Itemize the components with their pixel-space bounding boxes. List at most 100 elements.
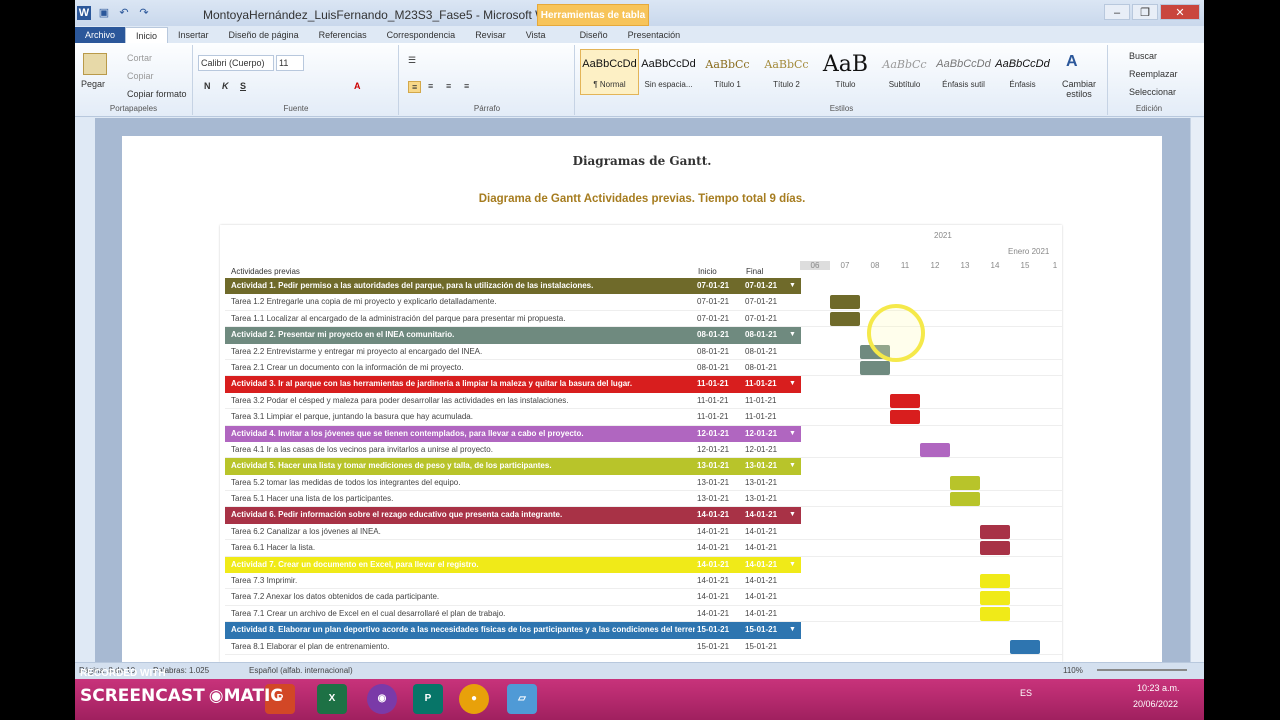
row-end: 13-01-21: [745, 477, 778, 487]
excel-icon[interactable]: X: [317, 684, 347, 714]
replace-button[interactable]: Reemplazar: [1129, 69, 1178, 79]
language[interactable]: Español (alfab. internacional): [249, 666, 353, 675]
style-subtitle[interactable]: AaBbCc Subtítulo: [875, 49, 934, 95]
gantt-bar[interactable]: [830, 311, 860, 326]
activity-row[interactable]: Actividad 8. Elaborar un plan deportivo …: [225, 622, 801, 639]
copy-button[interactable]: Copiar: [127, 71, 154, 81]
tab-archivo[interactable]: Archivo: [75, 27, 126, 44]
zoom-slider[interactable]: [1097, 669, 1187, 671]
activity-row[interactable]: Actividad 2. Presentar mi proyecto en el…: [225, 327, 801, 344]
tab-correspondencia[interactable]: Correspondencia: [377, 27, 466, 44]
publisher-icon[interactable]: P: [413, 684, 443, 714]
bold-button[interactable]: N: [204, 81, 211, 91]
activity-row[interactable]: Actividad 5. Hacer una lista y tomar med…: [225, 458, 801, 475]
style-sample: AaBbCcDd: [936, 58, 991, 70]
clock-date[interactable]: 20/06/2022: [1133, 699, 1178, 709]
tab-revisar[interactable]: Revisar: [465, 27, 516, 44]
gantt-bar[interactable]: [920, 443, 950, 457]
style-normal[interactable]: AaBbCcDd ¶ Normal: [580, 49, 639, 95]
row-start: 13-01-21: [697, 477, 730, 487]
word-logo-icon[interactable]: W: [77, 6, 91, 20]
change-styles-icon[interactable]: A: [1066, 53, 1078, 71]
cut-button[interactable]: Cortar: [127, 53, 152, 63]
gantt-chart[interactable]: Actividades previas Inicio Final Activid…: [220, 225, 1062, 662]
tab-presentacion[interactable]: Presentación: [618, 27, 691, 44]
style-title[interactable]: AaB Título: [816, 49, 875, 95]
align-center-button[interactable]: ≡: [428, 81, 433, 91]
undo-icon[interactable]: ↶: [117, 6, 131, 20]
gantt-bar[interactable]: [950, 475, 980, 490]
gantt-bar[interactable]: [950, 492, 980, 507]
row-end: 07-01-21: [745, 313, 778, 323]
format-painter-button[interactable]: Copiar formato: [127, 89, 187, 99]
activity-row[interactable]: Actividad 6. Pedir información sobre el …: [225, 507, 801, 524]
media-player-icon[interactable]: ◉: [367, 684, 397, 714]
style-sample: AaBbCcDd: [641, 58, 696, 70]
styles-group: AaBbCcDd ¶ Normal AaBbCcDd Sin espacia... …: [576, 45, 1108, 115]
italic-button[interactable]: K: [222, 81, 229, 91]
timeline-day: 1: [1052, 261, 1058, 270]
tab-diseno[interactable]: Diseño: [570, 27, 618, 44]
close-button[interactable]: ✕: [1160, 4, 1200, 20]
chrome-icon[interactable]: ●: [459, 684, 489, 714]
tab-diseno-pagina[interactable]: Diseño de página: [219, 27, 309, 44]
quick-access-toolbar: W ▣ ↶ ↷: [77, 6, 151, 20]
activity-row[interactable]: Actividad 7. Crear un documento en Excel…: [225, 556, 801, 574]
tab-referencias[interactable]: Referencias: [309, 27, 377, 44]
gantt-bar[interactable]: [860, 361, 890, 375]
tab-inicio[interactable]: Inicio: [125, 27, 169, 44]
font-size-select[interactable]: 11: [276, 55, 304, 71]
paste-button[interactable]: Pegar: [81, 79, 105, 89]
row-start: 14-01-21: [697, 592, 730, 602]
gantt-bar[interactable]: [980, 574, 1010, 589]
gantt-bar[interactable]: [980, 607, 1010, 621]
underline-button[interactable]: S: [240, 81, 246, 91]
gantt-bar[interactable]: [980, 525, 1010, 539]
row-name: Tarea 1.2 Entregarle una copia de mi pro…: [231, 297, 497, 307]
gantt-bar[interactable]: [980, 590, 1010, 605]
save-icon[interactable]: ▣: [97, 6, 111, 20]
row-name: Tarea 3.1 Limpiar el parque, juntando la…: [231, 412, 473, 422]
clock-time[interactable]: 10:23 a.m.: [1137, 683, 1180, 693]
activity-row[interactable]: Actividad 1. Pedir permiso a las autorid…: [225, 278, 801, 295]
gantt-bar[interactable]: [890, 393, 920, 408]
row-name: Actividad 1. Pedir permiso a las autorid…: [231, 281, 594, 290]
zoom-level[interactable]: 110%: [1063, 666, 1083, 675]
paste-icon[interactable]: [83, 53, 107, 75]
paragraph-group: ☰ ≡ ≡ ≡ ≡ Párrafo: [400, 45, 575, 115]
select-button[interactable]: Seleccionar: [1129, 87, 1176, 97]
font-name-select[interactable]: Calibri (Cuerpo): [198, 55, 274, 71]
minimize-button[interactable]: –: [1104, 4, 1130, 20]
app-icon[interactable]: ▱: [507, 684, 537, 714]
style-heading-2[interactable]: AaBbCc Título 2: [757, 49, 816, 95]
row-start: 08-01-21: [697, 346, 730, 356]
gantt-bar[interactable]: [980, 541, 1010, 556]
redo-icon[interactable]: ↷: [137, 6, 151, 20]
bullets-icon[interactable]: ☰: [408, 55, 416, 66]
timeline-day: 06: [800, 261, 830, 270]
document-page[interactable]: Diagramas de Gantt. Diagrama de Gantt Ac…: [122, 136, 1162, 662]
row-start: 11-01-21: [697, 412, 729, 422]
tab-insertar[interactable]: Insertar: [168, 27, 219, 44]
row-name: Actividad 4. Invitar a los jóvenes que s…: [231, 428, 584, 438]
font-color-button[interactable]: A: [354, 81, 361, 91]
activity-row[interactable]: Actividad 4. Invitar a los jóvenes que s…: [225, 425, 801, 442]
find-button[interactable]: Buscar: [1129, 51, 1157, 61]
style-heading-1[interactable]: AaBbCc Título 1: [698, 49, 757, 95]
vertical-scrollbar[interactable]: [1190, 118, 1204, 662]
align-left-button[interactable]: ≡: [408, 81, 422, 93]
gantt-bar[interactable]: [830, 295, 860, 310]
tab-vista[interactable]: Vista: [516, 27, 556, 44]
change-styles-button[interactable]: Cambiar estilos: [1054, 79, 1104, 99]
justify-button[interactable]: ≡: [464, 81, 469, 91]
style-emphasis[interactable]: AaBbCcDd Énfasis: [993, 49, 1052, 95]
style-no-spacing[interactable]: AaBbCcDd Sin espacia...: [639, 49, 698, 95]
row-name: Tarea 8.1 Elaborar el plan de entrenamie…: [231, 641, 390, 651]
align-right-button[interactable]: ≡: [446, 81, 451, 91]
gantt-bar[interactable]: [890, 410, 920, 425]
activity-row[interactable]: Actividad 3. Ir al parque con las herram…: [225, 376, 801, 393]
gantt-bar[interactable]: [1010, 639, 1040, 654]
style-subtle-emphasis[interactable]: AaBbCcDd Énfasis sutil: [934, 49, 993, 95]
maximize-button[interactable]: ❐: [1132, 4, 1158, 20]
language-indicator[interactable]: ES: [1020, 688, 1032, 698]
